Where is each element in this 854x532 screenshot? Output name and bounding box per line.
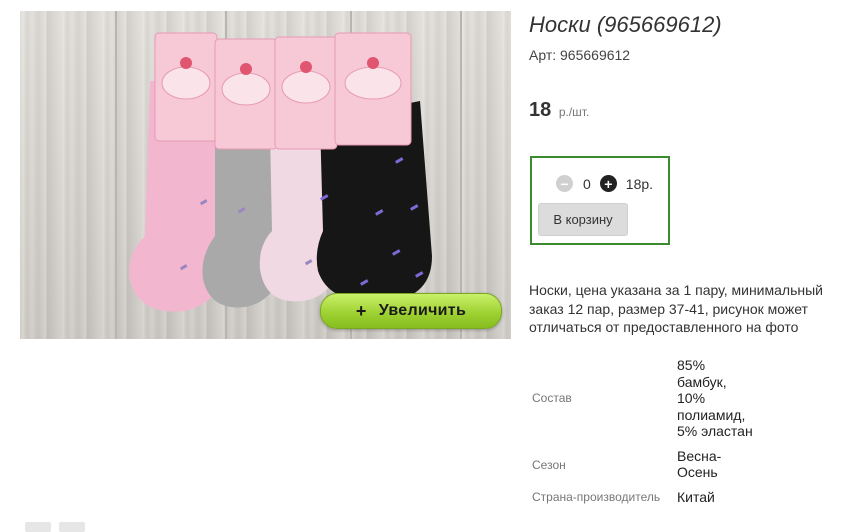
zoom-button-label: Увеличить [378, 302, 467, 319]
spec-value-line: Весна- [677, 447, 722, 464]
product-description: Носки, цена указана за 1 пару, минимальн… [529, 282, 823, 335]
add-to-cart-button[interactable]: В корзину [538, 203, 628, 236]
spec-value-line: полиамид, [677, 406, 746, 423]
sku-line: Арт: 965669612 [529, 47, 630, 63]
plus-icon[interactable]: + [599, 175, 617, 192]
sku-value: 965669612 [560, 47, 631, 63]
spec-value-line: бамбук, [677, 373, 727, 390]
spec-value: 85% бамбук, 10% полиамид, 5% эластан [677, 356, 767, 441]
product-title: Носки (965669612) [529, 12, 722, 37]
spec-key: Страна-производитель [532, 490, 661, 505]
product-photo[interactable]: + Увеличить [20, 11, 511, 339]
spec-value: Китай [677, 482, 767, 507]
hang-tags [154, 32, 412, 150]
spec-value-line: 5% эластан [677, 423, 753, 439]
spec-row: Сезон Весна- Осень [529, 441, 767, 482]
spec-key: Состав [532, 391, 572, 406]
spec-value-line: 10% [677, 390, 706, 406]
spec-value-line: 85% [677, 357, 706, 373]
line-total: 18р. [625, 175, 654, 192]
spec-value-line: Осень [677, 464, 718, 480]
socks-illustration [129, 32, 432, 312]
spec-row: Страна-производитель Китай [529, 482, 767, 507]
thumbnail[interactable] [25, 522, 51, 532]
price-value: 18 [529, 99, 552, 121]
price-unit: р./шт. [558, 105, 590, 119]
sku-label: Арт: [529, 47, 557, 63]
spec-key: Сезон [532, 457, 566, 472]
spec-row: Состав 85% бамбук, 10% полиамид, 5% элас… [529, 356, 767, 441]
buy-box: − 0 + 18р. В корзину [530, 156, 670, 245]
spec-value: Весна- Осень [677, 441, 767, 482]
price: 18 р./шт. [529, 99, 589, 122]
spec-value-line: Китай [677, 488, 715, 505]
minus-icon[interactable]: − [556, 175, 573, 192]
quantity-value[interactable]: 0 [583, 176, 591, 192]
thumbnail-strip [25, 522, 85, 532]
thumbnail[interactable] [59, 522, 85, 532]
specs-table: Состав 85% бамбук, 10% полиамид, 5% элас… [529, 356, 767, 506]
zoom-button[interactable]: + Увеличить [320, 293, 502, 329]
plus-icon: + [355, 300, 367, 321]
quantity-stepper: − 0 + 18р. [556, 175, 653, 192]
